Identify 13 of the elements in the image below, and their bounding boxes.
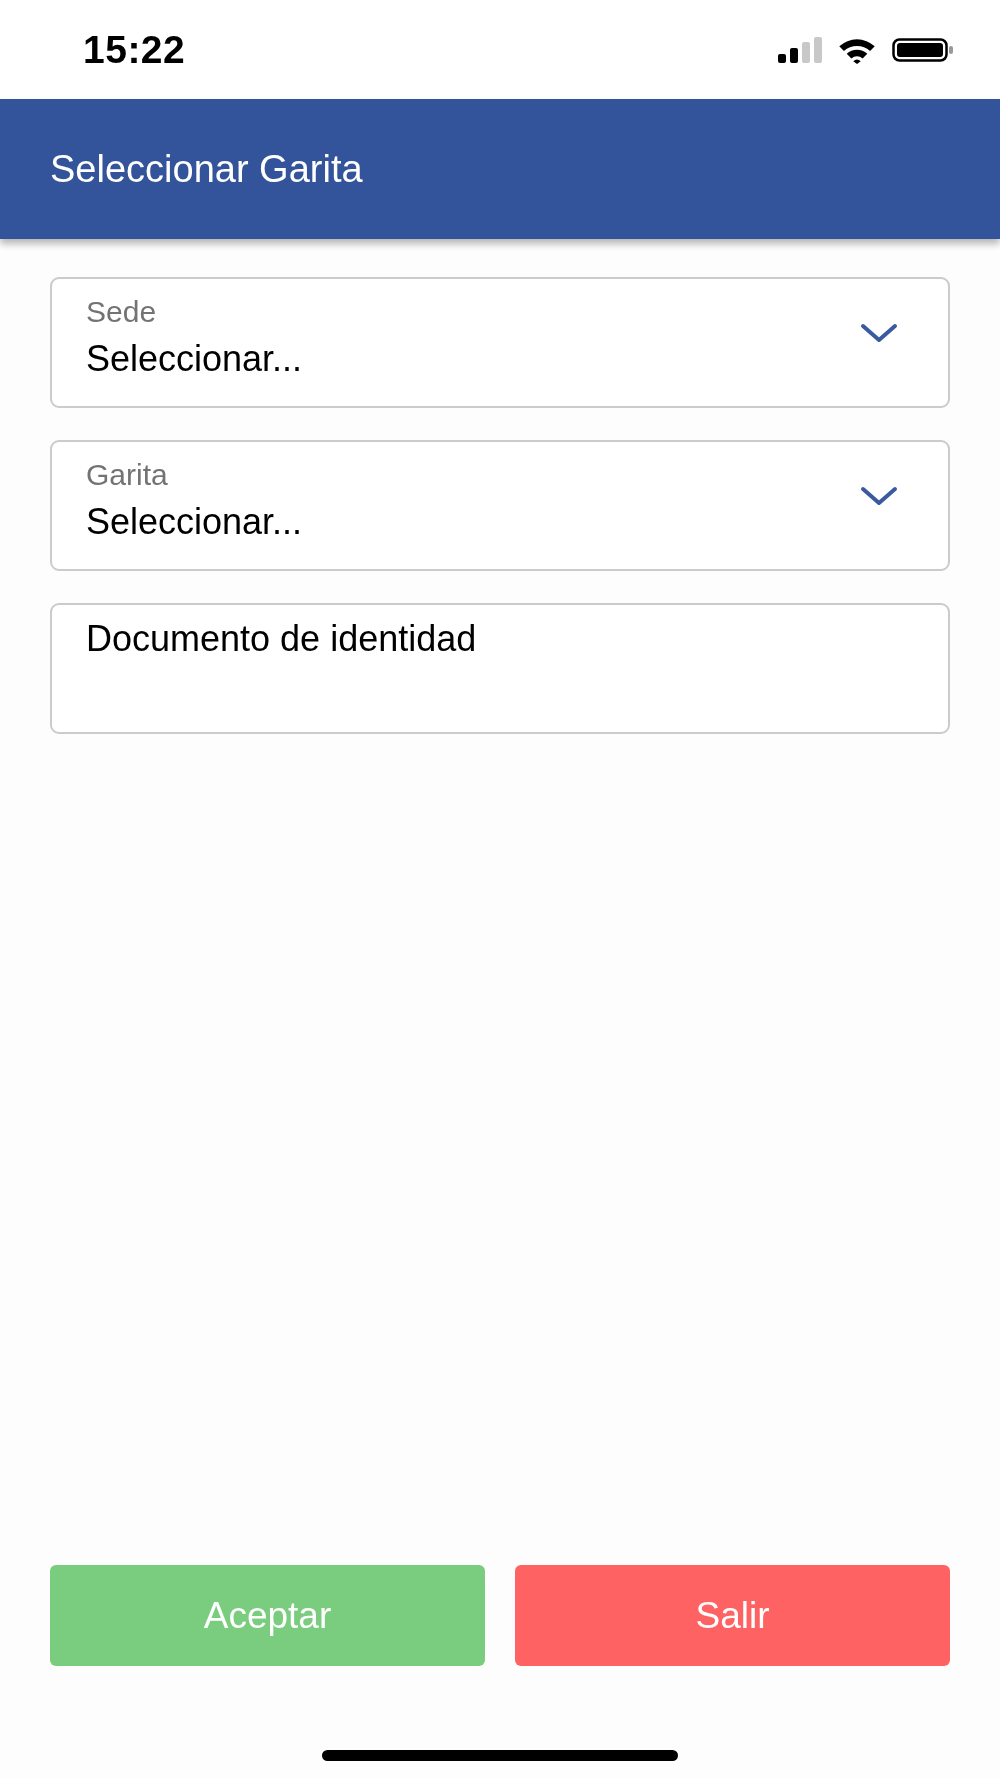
status-time: 15:22	[83, 27, 186, 72]
signal-icon	[778, 36, 822, 63]
dropdown-field[interactable]: Garita Seleccionar...	[50, 440, 950, 571]
chevron-down-icon	[860, 323, 898, 343]
dropdown-value: Seleccionar...	[86, 337, 304, 381]
battery-icon	[892, 37, 954, 62]
dropdown-field[interactable]: Sede Seleccionar...	[50, 277, 950, 408]
header-title: Seleccionar Garita	[50, 147, 363, 191]
field-label: Sede	[86, 294, 158, 330]
field-label: Garita	[86, 457, 169, 493]
input-field[interactable]: Documento de identidad	[50, 603, 950, 734]
chevron-down-icon	[860, 486, 898, 506]
dropdown-value: Seleccionar...	[86, 500, 304, 544]
